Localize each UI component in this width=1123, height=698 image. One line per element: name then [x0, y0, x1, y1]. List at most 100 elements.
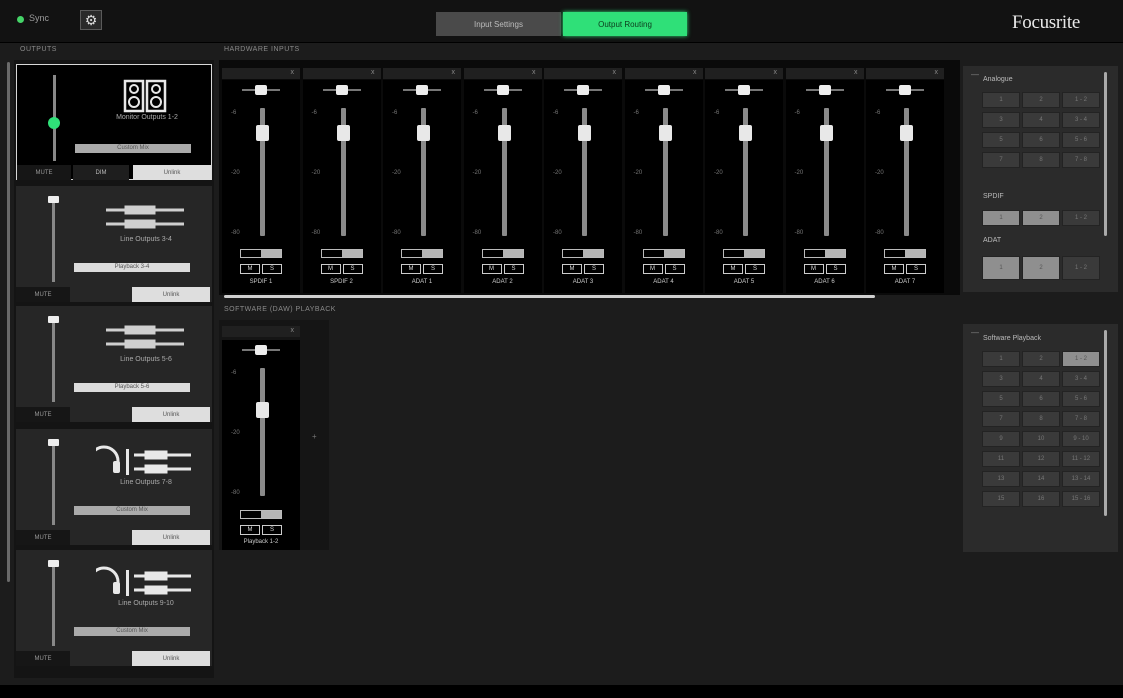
pan-knob[interactable]: [899, 85, 911, 95]
channel-mute-button[interactable]: M: [803, 264, 824, 274]
source-cell[interactable]: 9 - 10: [1062, 431, 1100, 447]
output-level-track[interactable]: [52, 316, 55, 402]
fader-knob[interactable]: [256, 125, 269, 141]
channel-mute-button[interactable]: M: [401, 264, 421, 274]
source-cell[interactable]: 1: [982, 92, 1020, 108]
remove-channel-icon[interactable]: x: [854, 69, 858, 76]
add-playback-icon[interactable]: +: [312, 432, 317, 441]
source-cell[interactable]: 9: [982, 431, 1020, 447]
remove-channel-icon[interactable]: x: [291, 327, 295, 334]
fader-knob[interactable]: [819, 125, 833, 141]
source-cell[interactable]: 6: [1022, 132, 1060, 148]
channel-solo-button[interactable]: S: [262, 264, 282, 274]
channel-solo-button[interactable]: S: [825, 264, 846, 274]
unlink-button[interactable]: Unlink: [132, 530, 210, 545]
remove-channel-icon[interactable]: x: [613, 69, 617, 76]
source-cell[interactable]: 15 - 16: [1062, 491, 1100, 507]
source-cell[interactable]: 6: [1022, 391, 1060, 407]
channel-solo-button[interactable]: S: [423, 264, 443, 274]
collapse-icon[interactable]: —: [971, 328, 979, 337]
source-cell[interactable]: 7: [982, 152, 1020, 168]
remove-channel-icon[interactable]: x: [452, 69, 456, 76]
stereo-link-toggle[interactable]: [481, 249, 524, 258]
source-cell[interactable]: 13 - 14: [1062, 471, 1100, 487]
pan-knob[interactable]: [335, 85, 348, 95]
output-mix-select[interactable]: Custom Mix: [74, 506, 190, 515]
channel-solo-button[interactable]: S: [664, 264, 685, 274]
playback-scrollbar[interactable]: [1104, 330, 1107, 516]
source-cell[interactable]: 11 - 12: [1062, 451, 1100, 467]
source-cell[interactable]: 16: [1022, 491, 1060, 507]
output-level-knob[interactable]: [48, 560, 59, 567]
output-card[interactable]: Line Outputs 3-4 Playback 3-4 MUTE Unlink: [16, 186, 212, 302]
source-cell[interactable]: 4: [1022, 371, 1060, 387]
source-cell[interactable]: 3: [982, 112, 1020, 128]
stereo-link-toggle[interactable]: [401, 249, 443, 258]
fader-knob[interactable]: [739, 125, 752, 141]
mute-button[interactable]: MUTE: [17, 165, 71, 180]
stereo-link-toggle[interactable]: [803, 249, 846, 258]
remove-channel-icon[interactable]: x: [371, 69, 375, 76]
unlink-button[interactable]: Unlink: [132, 287, 210, 302]
unlink-button[interactable]: Unlink: [133, 165, 211, 180]
output-level-track[interactable]: [52, 196, 55, 282]
fader-knob[interactable]: [900, 125, 913, 141]
source-cell[interactable]: 1 - 2: [1062, 351, 1100, 367]
pan-knob[interactable]: [255, 345, 267, 355]
source-cell[interactable]: 5: [982, 391, 1020, 407]
stereo-link-toggle[interactable]: [240, 510, 282, 519]
fader-knob[interactable]: [417, 125, 430, 141]
source-cell[interactable]: 7 - 8: [1062, 152, 1100, 168]
source-cell[interactable]: 11: [982, 451, 1020, 467]
fader-knob[interactable]: [658, 125, 672, 141]
stereo-link-toggle[interactable]: [562, 249, 604, 258]
channel-mute-button[interactable]: M: [642, 264, 663, 274]
pan-knob[interactable]: [255, 85, 267, 95]
channel-solo-button[interactable]: S: [503, 264, 524, 274]
stereo-link-toggle[interactable]: [320, 249, 363, 258]
analogue-scrollbar[interactable]: [1104, 72, 1107, 236]
output-mix-select[interactable]: Playback 5-6: [74, 383, 190, 392]
source-cell[interactable]: 1: [982, 351, 1020, 367]
output-card[interactable]: Line Outputs 7-8 Custom Mix MUTE Unlink: [16, 429, 212, 545]
source-cell[interactable]: 5: [982, 132, 1020, 148]
source-cell[interactable]: 7: [982, 411, 1020, 427]
dim-button[interactable]: DIM: [73, 165, 129, 180]
fader-knob[interactable]: [336, 125, 350, 141]
output-level-track[interactable]: [52, 560, 55, 646]
channel-solo-button[interactable]: S: [906, 264, 926, 274]
unlink-button[interactable]: Unlink: [132, 407, 210, 422]
mute-button[interactable]: MUTE: [16, 407, 70, 422]
mute-button[interactable]: MUTE: [16, 530, 70, 545]
unlink-button[interactable]: Unlink: [132, 651, 210, 666]
pan-knob[interactable]: [738, 85, 750, 95]
settings-button[interactable]: ⚙: [80, 10, 102, 30]
channel-solo-button[interactable]: S: [342, 264, 363, 274]
source-cell[interactable]: 3 - 4: [1062, 112, 1100, 128]
source-cell[interactable]: 4: [1022, 112, 1060, 128]
channel-mute-button[interactable]: M: [240, 264, 260, 274]
source-cell[interactable]: 13: [982, 471, 1020, 487]
spdif-source-cell[interactable]: 2: [1022, 210, 1060, 226]
source-cell[interactable]: 2: [1022, 351, 1060, 367]
output-level-knob[interactable]: [48, 196, 59, 203]
pan-knob[interactable]: [657, 85, 670, 95]
source-cell[interactable]: 5 - 6: [1062, 391, 1100, 407]
pan-knob[interactable]: [416, 85, 428, 95]
tab-output-routing[interactable]: Output Routing: [563, 12, 687, 36]
source-cell[interactable]: 1 - 2: [1062, 92, 1100, 108]
output-level-knob[interactable]: [48, 116, 60, 129]
pan-knob[interactable]: [577, 85, 589, 95]
channel-mute-button[interactable]: M: [562, 264, 582, 274]
source-cell[interactable]: 12: [1022, 451, 1060, 467]
output-card[interactable]: Line Outputs 5-6 Playback 5-6 MUTE Unlink: [16, 306, 212, 422]
stereo-link-toggle[interactable]: [884, 249, 926, 258]
source-cell[interactable]: 5 - 6: [1062, 132, 1100, 148]
output-mix-select[interactable]: Custom Mix: [75, 144, 191, 153]
channel-solo-button[interactable]: S: [262, 525, 282, 535]
source-cell[interactable]: 8: [1022, 411, 1060, 427]
stereo-link-toggle[interactable]: [240, 249, 282, 258]
source-cell[interactable]: 2: [1022, 92, 1060, 108]
output-mix-select[interactable]: Custom Mix: [74, 627, 190, 636]
output-card[interactable]: Line Outputs 9-10 Custom Mix MUTE Unlink: [16, 550, 212, 666]
